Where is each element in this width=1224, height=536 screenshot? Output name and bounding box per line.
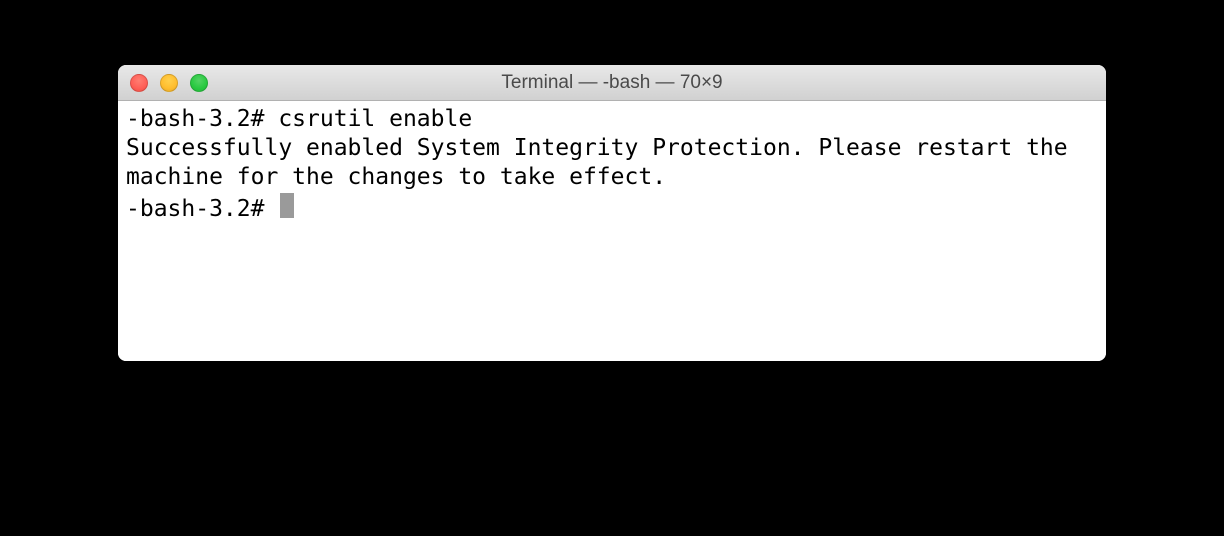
cursor-icon (280, 193, 294, 218)
command-output: Successfully enabled System Integrity Pr… (126, 135, 1081, 190)
window-title: Terminal — -bash — 70×9 (501, 72, 722, 94)
maximize-button[interactable] (190, 74, 208, 92)
title-bar[interactable]: Terminal — -bash — 70×9 (118, 65, 1106, 101)
shell-prompt-current: -bash-3.2# (126, 195, 278, 224)
terminal-body[interactable]: -bash-3.2# csrutil enableSuccessfully en… (118, 101, 1106, 361)
current-prompt-line: -bash-3.2# (126, 191, 1098, 224)
terminal-window: Terminal — -bash — 70×9 -bash-3.2# csrut… (118, 65, 1106, 361)
traffic-lights (130, 74, 208, 92)
minimize-button[interactable] (160, 74, 178, 92)
command-line: -bash-3.2# csrutil enable (126, 105, 1098, 134)
close-button[interactable] (130, 74, 148, 92)
shell-command: csrutil enable (278, 105, 472, 134)
shell-prompt: -bash-3.2# (126, 105, 278, 134)
